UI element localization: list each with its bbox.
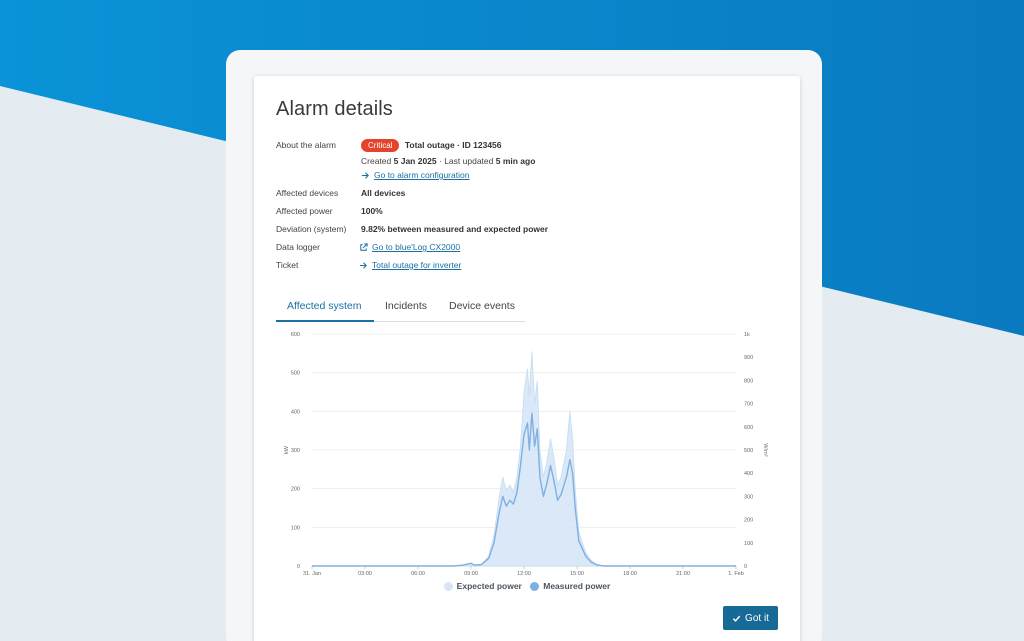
y-left-tick-label: 100	[291, 525, 300, 531]
alarm-summary: Total outage · ID 123456	[404, 139, 502, 150]
field-value: All devices	[361, 188, 406, 198]
x-tick-label: 21:00	[676, 571, 690, 577]
field-label: Data logger	[276, 242, 320, 252]
series-expected-power-area	[312, 351, 736, 567]
field-row-power: Affected power 100%	[276, 206, 776, 218]
config-link-text: Go to alarm configuration	[374, 170, 470, 180]
severity-badge: Critical	[361, 139, 400, 152]
field-value: Go to blue'Log CX2000	[359, 242, 460, 254]
ticket-link[interactable]: Total outage for inverter	[359, 260, 461, 270]
y-right-tick-label: 300	[744, 494, 753, 500]
x-tick-label: 12:00	[517, 571, 531, 577]
alarm-dates: Created 5 Jan 2025 · Last updated 5 min …	[361, 156, 535, 166]
ticket-link-text: Total outage for inverter	[372, 260, 462, 270]
x-tick-label: 15:00	[570, 571, 584, 577]
legend-label: Measured power	[543, 581, 611, 591]
power-chart: 0 100 200 300 400 500 600 0 100 200 300 400 500 600 70…	[284, 332, 768, 577]
alarm-details-dialog: Alarm details About the alarm Critical T…	[254, 76, 800, 641]
field-value: Total outage for inverter	[359, 260, 461, 272]
y-right-tick-label: 600	[744, 425, 753, 431]
field-row-devices: Affected devices All devices	[276, 188, 776, 200]
got-it-label: Got it	[745, 612, 769, 624]
y-right-tick-label: 200	[744, 518, 753, 524]
active-tab-indicator	[276, 320, 374, 322]
y-right-tick-label: 100	[744, 541, 753, 547]
created-date: 5 Jan 2025	[393, 156, 437, 166]
tab-device-events[interactable]: Device events	[449, 300, 515, 312]
x-tick-label: 06:00	[411, 571, 425, 577]
chart-legend: Expected power Measured power	[254, 581, 800, 593]
x-tick-label: 18:00	[623, 571, 637, 577]
tab-incidents[interactable]: Incidents	[385, 300, 427, 312]
tab-affected-system[interactable]: Affected system	[287, 300, 362, 312]
y-right-tick-label: 400	[744, 471, 753, 477]
y-right-tick-label: 800	[744, 378, 753, 384]
x-tick-label: 31. Jan	[303, 571, 321, 577]
ticket-row: Ticket Total outage for inverter	[276, 260, 776, 272]
field-label: Affected devices	[276, 188, 339, 198]
config-link-wrap: Go to alarm configuration	[361, 170, 469, 182]
legend-item-measured[interactable]: Measured power	[530, 581, 610, 591]
arrow-right-icon	[359, 261, 367, 269]
y-left-tick-label: 200	[291, 487, 300, 493]
got-it-button[interactable]: Got it	[723, 606, 778, 630]
about-row: About the alarm Critical Total outage · …	[276, 139, 776, 186]
created-prefix: Created	[361, 156, 392, 166]
tab-bar: Affected system Incidents Device events	[276, 294, 525, 322]
alarm-configuration-link[interactable]: Go to alarm configuration	[361, 170, 469, 180]
field-label: Ticket	[276, 260, 299, 270]
y-left-tick-label: 600	[291, 332, 300, 338]
about-label: About the alarm	[276, 140, 337, 150]
y-left-axis-title: kW	[284, 445, 290, 454]
field-row-deviation: Deviation (system) 9.82% between measure…	[276, 224, 776, 236]
arrow-right-icon	[361, 171, 369, 179]
field-value: 100%	[361, 206, 383, 216]
data-logger-link-text: Go to blue'Log CX2000	[372, 242, 461, 252]
legend-item-expected[interactable]: Expected power	[443, 581, 522, 591]
about-value: Critical Total outage · ID 123456	[361, 139, 502, 152]
y-left-tick-label: 400	[291, 409, 300, 415]
y-right-tick-label: 0	[744, 564, 747, 570]
field-value: 9.82% between measured and expected powe…	[361, 224, 549, 234]
legend-label: Expected power	[456, 581, 522, 591]
legend-swatch-measured	[530, 581, 540, 591]
y-right-tick-label: 700	[744, 402, 753, 408]
legend-swatch-expected	[443, 581, 453, 591]
x-tick-label: 03:00	[358, 571, 372, 577]
x-tick-label: 09:00	[464, 571, 478, 577]
check-icon	[732, 615, 741, 622]
updated-prefix: · Last updated	[439, 156, 494, 166]
updated-time: 5 min ago	[495, 156, 536, 166]
x-tick-label: 1. Feb	[728, 571, 744, 577]
external-link-icon	[360, 242, 368, 251]
y-right-tick-label: 500	[744, 448, 753, 454]
data-logger-link[interactable]: Go to blue'Log CX2000	[359, 242, 460, 252]
y-left-tick-label: 500	[291, 371, 300, 377]
field-label: Affected power	[276, 206, 333, 216]
data-logger-row: Data logger Go to blue'Log CX2000	[276, 242, 776, 254]
field-label: Deviation (system)	[276, 224, 347, 234]
y-right-axis-title: W/m²	[762, 443, 768, 456]
y-left-tick-label: 300	[291, 448, 300, 454]
y-left-tick-label: 0	[297, 564, 300, 570]
y-right-tick-label: 900	[744, 355, 753, 361]
page-title: Alarm details	[276, 98, 393, 120]
y-right-tick-label: 1k	[744, 332, 750, 338]
